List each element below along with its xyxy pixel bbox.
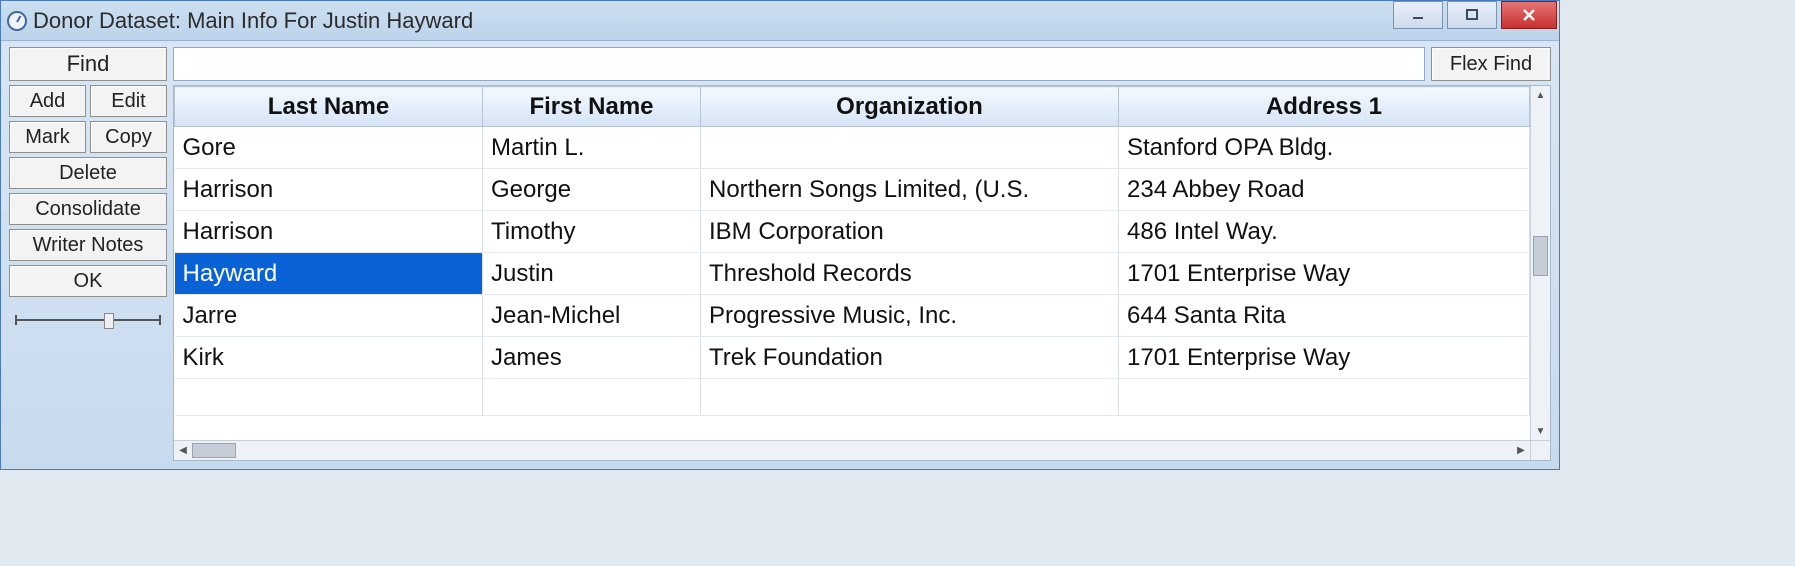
minimize-icon bbox=[1411, 8, 1425, 22]
table-cell[interactable]: Progressive Music, Inc. bbox=[701, 295, 1119, 337]
table-cell[interactable]: Harrison bbox=[175, 211, 483, 253]
vertical-scroll-thumb[interactable] bbox=[1533, 236, 1548, 276]
table-cell[interactable]: Timothy bbox=[483, 211, 701, 253]
table-header-row: Last NameFirst NameOrganizationAddress 1 bbox=[175, 87, 1530, 127]
app-icon bbox=[7, 11, 27, 31]
table-cell[interactable] bbox=[701, 127, 1119, 169]
table-cell[interactable]: Threshold Records bbox=[701, 253, 1119, 295]
flex-find-button[interactable]: Flex Find bbox=[1431, 47, 1551, 81]
minimize-button[interactable] bbox=[1393, 1, 1443, 29]
horizontal-scroll-thumb[interactable] bbox=[192, 443, 236, 458]
column-header[interactable]: First Name bbox=[483, 87, 701, 127]
table-cell[interactable]: James bbox=[483, 337, 701, 379]
copy-button[interactable]: Copy bbox=[90, 121, 167, 153]
table-cell[interactable] bbox=[1119, 379, 1530, 416]
mark-button[interactable]: Mark bbox=[9, 121, 86, 153]
table-cell[interactable]: Gore bbox=[175, 127, 483, 169]
delete-button[interactable]: Delete bbox=[9, 157, 167, 189]
table-row[interactable]: KirkJamesTrek Foundation1701 Enterprise … bbox=[175, 337, 1530, 379]
table-cell[interactable]: Northern Songs Limited, (U.S. bbox=[701, 169, 1119, 211]
table-cell[interactable]: 486 Intel Way. bbox=[1119, 211, 1530, 253]
edit-button[interactable]: Edit bbox=[90, 85, 167, 117]
writer-notes-button[interactable]: Writer Notes bbox=[9, 229, 167, 261]
table-cell[interactable]: 1701 Enterprise Way bbox=[1119, 253, 1530, 295]
window-title: Donor Dataset: Main Info For Justin Hayw… bbox=[33, 8, 473, 34]
slider-thumb[interactable] bbox=[104, 313, 114, 329]
app-window: Donor Dataset: Main Info For Justin Hayw… bbox=[0, 0, 1560, 470]
slider-track bbox=[15, 319, 161, 321]
table-row[interactable]: HarrisonGeorgeNorthern Songs Limited, (U… bbox=[175, 169, 1530, 211]
close-icon bbox=[1521, 7, 1537, 23]
search-row: Find Flex Find bbox=[9, 47, 1551, 81]
scroll-right-arrow-icon[interactable]: ▶ bbox=[1512, 441, 1530, 460]
table-cell[interactable]: Trek Foundation bbox=[701, 337, 1119, 379]
table-cell[interactable]: Jean-Michel bbox=[483, 295, 701, 337]
search-input[interactable] bbox=[173, 47, 1425, 81]
table-cell[interactable]: 234 Abbey Road bbox=[1119, 169, 1530, 211]
content-area: Find Flex Find Add Edit Mark Copy Delete… bbox=[1, 41, 1559, 469]
table-row[interactable]: HaywardJustinThreshold Records1701 Enter… bbox=[175, 253, 1530, 295]
data-table: Last NameFirst NameOrganizationAddress 1… bbox=[174, 86, 1530, 416]
column-header[interactable]: Organization bbox=[701, 87, 1119, 127]
slider-tick bbox=[15, 315, 17, 325]
add-button[interactable]: Add bbox=[9, 85, 86, 117]
table-row[interactable] bbox=[175, 379, 1530, 416]
table-cell[interactable]: IBM Corporation bbox=[701, 211, 1119, 253]
table-cell[interactable] bbox=[701, 379, 1119, 416]
vertical-scrollbar[interactable]: ▲ ▼ bbox=[1530, 86, 1550, 440]
table-cell[interactable]: Martin L. bbox=[483, 127, 701, 169]
table-cell[interactable]: George bbox=[483, 169, 701, 211]
table-cell[interactable] bbox=[175, 379, 483, 416]
table-cell[interactable]: Hayward bbox=[175, 253, 483, 295]
sidebar: Add Edit Mark Copy Delete Consolidate Wr… bbox=[9, 85, 167, 461]
table-cell[interactable]: 644 Santa Rita bbox=[1119, 295, 1530, 337]
slider-tick bbox=[159, 315, 161, 325]
maximize-button[interactable] bbox=[1447, 1, 1497, 29]
ok-button[interactable]: OK bbox=[9, 265, 167, 297]
maximize-icon bbox=[1465, 8, 1479, 22]
table-cell[interactable]: Harrison bbox=[175, 169, 483, 211]
table-cell[interactable] bbox=[483, 379, 701, 416]
column-header[interactable]: Last Name bbox=[175, 87, 483, 127]
column-header[interactable]: Address 1 bbox=[1119, 87, 1530, 127]
main-row: Add Edit Mark Copy Delete Consolidate Wr… bbox=[9, 85, 1551, 461]
window-controls bbox=[1389, 1, 1559, 31]
table-cell[interactable]: Kirk bbox=[175, 337, 483, 379]
table-row[interactable]: JarreJean-MichelProgressive Music, Inc.6… bbox=[175, 295, 1530, 337]
scroll-corner bbox=[1530, 440, 1550, 460]
titlebar[interactable]: Donor Dataset: Main Info For Justin Hayw… bbox=[1, 1, 1559, 41]
find-button[interactable]: Find bbox=[9, 47, 167, 81]
scroll-up-arrow-icon[interactable]: ▲ bbox=[1531, 86, 1550, 104]
table-row[interactable]: HarrisonTimothyIBM Corporation486 Intel … bbox=[175, 211, 1530, 253]
data-grid: Last NameFirst NameOrganizationAddress 1… bbox=[173, 85, 1551, 461]
consolidate-button[interactable]: Consolidate bbox=[9, 193, 167, 225]
scroll-left-arrow-icon[interactable]: ◀ bbox=[174, 441, 192, 460]
table-cell[interactable]: 1701 Enterprise Way bbox=[1119, 337, 1530, 379]
horizontal-scrollbar[interactable]: ◀ ▶ bbox=[174, 440, 1530, 460]
zoom-slider[interactable] bbox=[9, 311, 167, 329]
table-cell[interactable]: Justin bbox=[483, 253, 701, 295]
close-button[interactable] bbox=[1501, 1, 1557, 29]
table-row[interactable]: GoreMartin L. Stanford OPA Bldg. bbox=[175, 127, 1530, 169]
table-cell[interactable]: Jarre bbox=[175, 295, 483, 337]
scroll-down-arrow-icon[interactable]: ▼ bbox=[1531, 422, 1550, 440]
table-cell[interactable]: Stanford OPA Bldg. bbox=[1119, 127, 1530, 169]
